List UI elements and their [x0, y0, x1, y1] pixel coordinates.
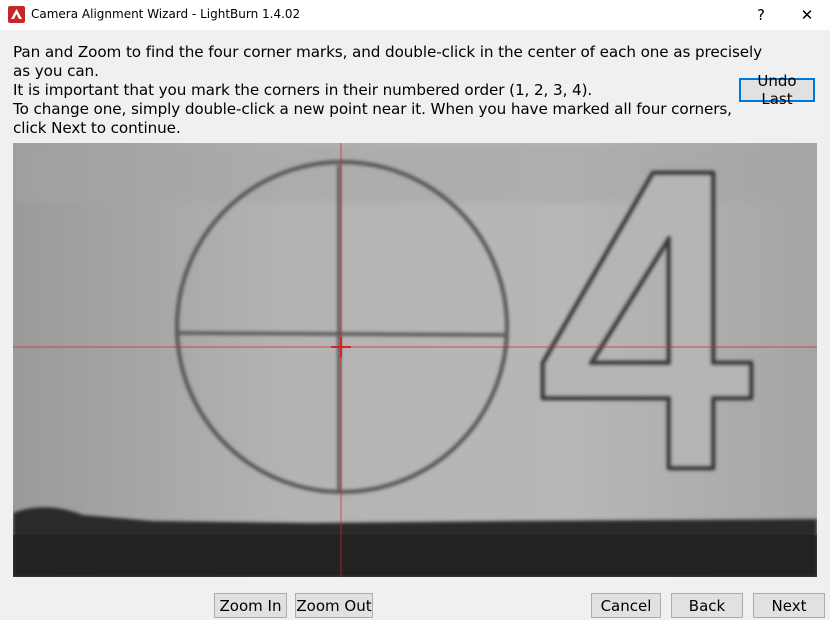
instruction-line-4: To change one, simply double-click a new… — [13, 100, 732, 118]
lightburn-app-icon — [8, 6, 25, 23]
instruction-line-5: click Next to continue. — [13, 119, 181, 137]
zoom-out-button[interactable]: Zoom Out — [295, 593, 373, 618]
cancel-button[interactable]: Cancel — [591, 593, 661, 618]
back-button[interactable]: Back — [671, 593, 743, 618]
instruction-line-3: It is important that you mark the corner… — [13, 81, 593, 99]
instruction-line-1: Pan and Zoom to find the four corner mar… — [13, 43, 763, 61]
help-button[interactable]: ? — [738, 0, 784, 30]
zoom-in-button[interactable]: Zoom In — [214, 593, 287, 618]
camera-image[interactable] — [13, 143, 817, 577]
undo-last-button[interactable]: Undo Last — [739, 72, 815, 108]
next-button[interactable]: Next — [753, 593, 825, 618]
camera-view[interactable] — [13, 143, 817, 577]
instructions-text: Pan and Zoom to find the four corner mar… — [13, 43, 763, 138]
title-bar[interactable]: Camera Alignment Wizard - LightBurn 1.4.… — [0, 0, 830, 30]
window-title: Camera Alignment Wizard - LightBurn 1.4.… — [31, 7, 301, 21]
instruction-line-2: as you can. — [13, 62, 99, 80]
close-button[interactable]: ✕ — [784, 0, 830, 30]
